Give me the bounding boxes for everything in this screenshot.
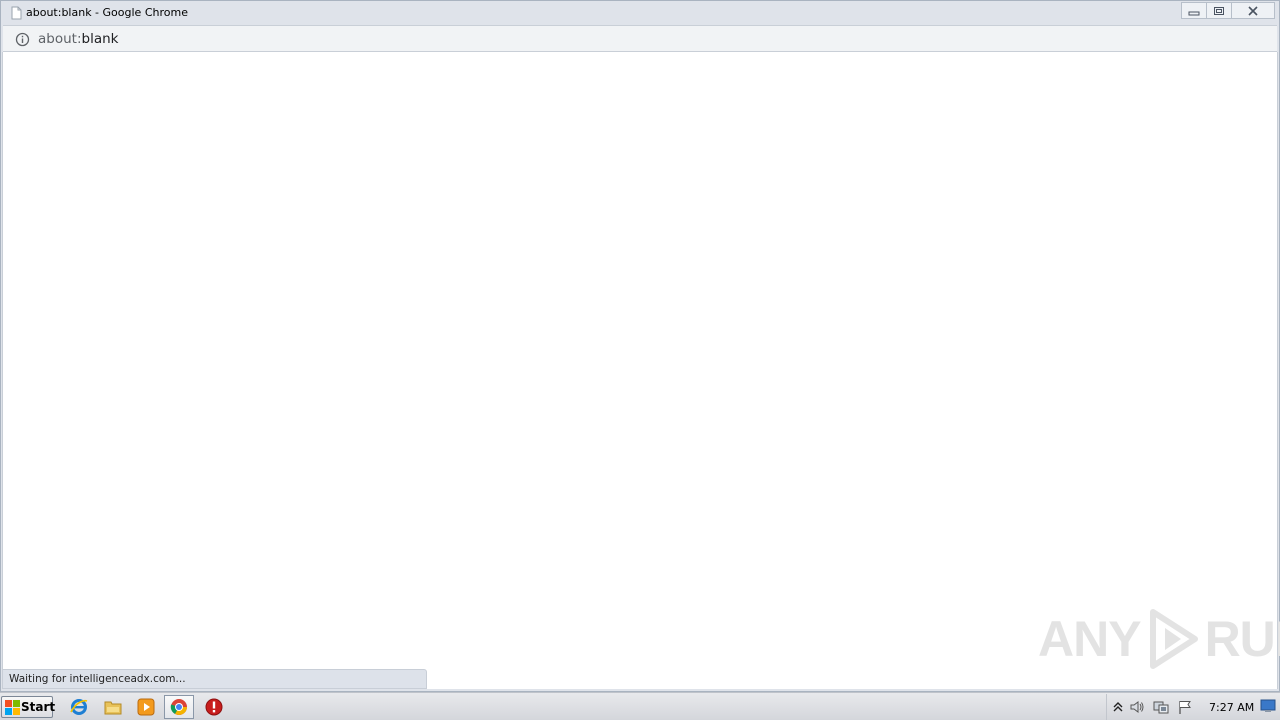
network-icon	[1153, 701, 1169, 714]
close-icon	[1248, 5, 1258, 16]
status-bubble: Waiting for intelligenceadx.com...	[2, 669, 427, 689]
url-text[interactable]: about:blank	[38, 31, 118, 47]
close-button[interactable]	[1231, 2, 1275, 19]
action-center-button[interactable]	[1177, 699, 1193, 715]
desktop-monitor-icon	[1260, 699, 1276, 712]
watermark-left-text: ANY	[1038, 611, 1142, 667]
network-button[interactable]	[1153, 699, 1169, 715]
minimize-icon	[1188, 11, 1200, 15]
status-text: Waiting for intelligenceadx.com...	[9, 673, 186, 685]
page-content[interactable]	[2, 52, 1278, 689]
watermark-right-text: RUN	[1204, 611, 1280, 667]
taskbar-chrome[interactable]	[164, 695, 194, 719]
address-bar[interactable]: about:blank	[3, 25, 1277, 52]
start-label: Start	[21, 700, 56, 714]
media-player-icon	[137, 698, 155, 716]
start-button[interactable]: Start	[1, 696, 56, 719]
window-title: about:blank - Google Chrome	[26, 6, 188, 19]
internet-explorer-icon	[70, 699, 88, 715]
title-bar[interactable]: about:blank - Google Chrome	[1, 1, 1279, 25]
show-desktop-button[interactable]	[1260, 698, 1276, 714]
windows-logo-icon	[5, 700, 20, 719]
show-hidden-icons-button[interactable]	[1110, 699, 1126, 715]
anyrun-watermark: ANY RUN	[1038, 608, 1280, 670]
window-controls	[1181, 2, 1275, 20]
page-document-icon	[10, 5, 22, 20]
windows-explorer-icon	[104, 701, 122, 715]
taskbar: Start 7:27 AM	[0, 692, 1280, 720]
volume-button[interactable]	[1129, 699, 1145, 715]
clock[interactable]: 7:27 AM	[1209, 701, 1254, 714]
show-hidden-icons-chevron-icon	[1113, 702, 1123, 712]
system-tray: 7:27 AM	[1106, 694, 1280, 720]
taskbar-media-player[interactable]	[131, 695, 161, 719]
url-path: blank	[81, 31, 119, 47]
url-scheme: about:	[38, 31, 82, 47]
volume-icon	[1130, 701, 1144, 713]
chrome-icon	[170, 699, 187, 715]
play-logo-icon	[1149, 609, 1198, 669]
taskbar-stop-app[interactable]	[199, 695, 229, 719]
taskbar-internet-explorer[interactable]	[64, 695, 94, 719]
minimize-button[interactable]	[1181, 2, 1207, 19]
taskbar-windows-explorer[interactable]	[98, 695, 128, 719]
site-info-icon[interactable]	[15, 32, 30, 47]
restore-icon	[1214, 6, 1224, 15]
stop-sign-icon	[205, 698, 223, 716]
action-center-flag-icon	[1179, 701, 1191, 714]
maximize-button[interactable]	[1206, 2, 1232, 19]
